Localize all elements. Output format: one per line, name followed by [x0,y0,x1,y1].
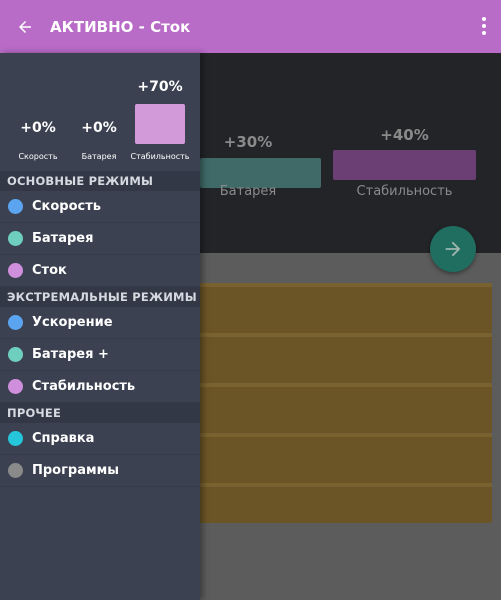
next-fab-button[interactable] [430,226,476,272]
menu-item-battery[interactable]: Батарея [0,223,200,255]
menu-item-label: Скорость [32,199,101,214]
section-header-basic-modes: ОСНОВНЫЕ РЕЖИМЫ [0,171,200,191]
title-main: АКТИВНО [50,17,134,36]
menu-item-programs[interactable]: Программы [0,455,200,487]
bg-card [190,283,492,333]
page-title: АКТИВНО - Сток [50,18,190,36]
bg-card [190,333,492,383]
stat-battery-percent: +0% [81,120,117,136]
menu-item-label: Сток [32,263,67,278]
menu-item-label: Батарея + [32,347,109,362]
menu-item-label: Батарея [32,231,94,246]
more-vertical-icon [482,17,486,35]
section-header-extreme-modes: ЭКСТРЕМАЛЬНЫЕ РЕЖИМЫ [0,287,200,307]
bg-card [190,433,492,483]
overflow-menu-button[interactable] [481,17,487,35]
menu-item-speed[interactable]: Скорость [0,191,200,223]
menu-item-label: Справка [32,431,95,446]
menu-item-label: Стабильность [32,379,136,394]
bg-battery-label: Батарея [219,184,277,199]
menu-item-help[interactable]: Справка [0,423,200,455]
stat-speed-percent: +0% [20,120,56,136]
stat-speed-label: Скорость [18,152,58,161]
stat-battery-label: Батарея [81,152,117,161]
section-header-other: ПРОЧЕЕ [0,403,200,423]
navigation-drawer: +0% Скорость +0% Батарея +70% Стабильнос… [0,53,200,600]
purple-dot-icon [8,379,23,394]
arrow-right-icon [445,241,461,257]
menu-item-label: Ускорение [32,315,113,330]
arrow-left-icon [19,20,31,33]
blue-dot-icon [8,199,23,214]
menu-item-battery-plus[interactable]: Батарея + [0,339,200,371]
menu-item-label: Программы [32,463,119,478]
bg-card [190,383,492,433]
purple-dot-icon [8,263,23,278]
menu-item-stability[interactable]: Стабильность [0,371,200,403]
bg-stability-bar [333,150,476,180]
gray-dot-icon [8,463,23,478]
bg-stability-percent: +40% [380,126,429,144]
menu-item-acceleration[interactable]: Ускорение [0,307,200,339]
teal-dot-icon [8,347,23,362]
blue-dot-icon [8,315,23,330]
teal-dot-icon [8,231,23,246]
title-sub: Сток [150,17,191,36]
bg-stability-label: Стабильность [356,184,453,199]
app-bar: АКТИВНО - Сток [0,0,501,53]
stat-stability-percent: +70% [137,79,183,95]
stat-stability-bar [135,104,185,144]
bg-battery-percent: +30% [223,133,273,151]
menu-item-stock[interactable]: Сток [0,255,200,287]
drawer-stats-header: +0% Скорость +0% Батарея +70% Стабильнос… [0,53,200,171]
cyan-dot-icon [8,431,23,446]
title-separator: - [133,17,151,36]
stat-stability-label: Стабильность [130,152,190,161]
bg-card [190,483,492,523]
back-button[interactable] [0,0,50,53]
